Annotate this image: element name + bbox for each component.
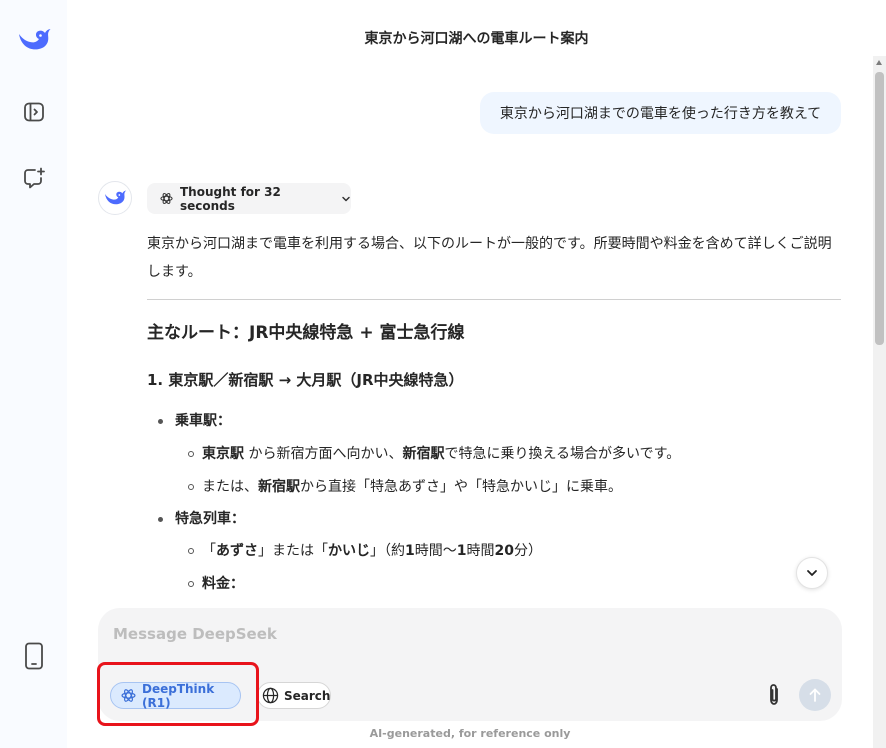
- express-label: 特急列車：: [175, 511, 245, 527]
- ai-disclaimer: AI-generated, for reference only: [369, 727, 571, 740]
- duration-value: 1: [405, 543, 415, 559]
- text-segment: 分）: [513, 543, 542, 559]
- thought-label: Thought for 32 seconds: [180, 184, 281, 213]
- page-title: 東京から河口湖への電車ルート案内: [364, 31, 589, 47]
- arrow-up-icon: [809, 688, 821, 702]
- list-item-boarding: 乗車駅：: [175, 410, 231, 432]
- sub-list-bullet: [188, 581, 194, 587]
- route-heading: 主なルート：JR中央線特急 + 富士急行線: [147, 323, 465, 343]
- sub-list-item: 料金：: [202, 573, 244, 595]
- duration-value: 20: [494, 543, 514, 559]
- sub-list-item: 「あずさ」または「かいじ」（約1時間〜1時間20分）: [202, 540, 542, 562]
- scroll-up-arrow-icon[interactable]: [876, 60, 882, 65]
- user-message-bubble: 東京から河口湖までの電車を使った行き方を教えて: [480, 92, 841, 134]
- attach-file-button[interactable]: [762, 681, 786, 709]
- text-segment: で特急に乗り換える場合が多いです。: [444, 446, 681, 462]
- globe-icon: [262, 687, 279, 704]
- text-segment: 時間〜: [414, 543, 457, 559]
- train-kaiji: かいじ: [328, 543, 370, 559]
- chevron-down-icon: [341, 194, 351, 204]
- text-segment: または、: [202, 479, 258, 495]
- user-message-text: 東京から河口湖までの電車を使った行き方を教えて: [499, 106, 822, 122]
- assistant-avatar: [98, 181, 132, 215]
- answer-intro: 東京から河口湖まで電車を利用する場合、以下のルートが一般的です。所要時間や料金を…: [147, 236, 832, 280]
- sub-list-item: または、新宿駅から直接「特急あずさ」や「特急かいじ」に乗車。: [202, 476, 622, 498]
- atom-icon: [160, 192, 173, 205]
- duration-value: 1: [456, 543, 467, 559]
- paperclip-icon: [770, 684, 778, 705]
- thought-toggle-button[interactable]: Thought for 32 seconds: [147, 183, 351, 214]
- assistant-answer: 東京から河口湖まで電車を利用する場合、以下のルートが一般的です。所要時間や料金を…: [147, 230, 841, 600]
- sidebar: [0, 0, 67, 748]
- divider: [147, 299, 841, 300]
- highlight-annotation: [97, 662, 259, 726]
- list-item-express: 特急列車：: [175, 508, 245, 530]
- list-bullet: [158, 517, 163, 522]
- text-segment: 」または「: [258, 543, 328, 559]
- text-segment: 時間: [466, 543, 495, 559]
- fare-label: 料金：: [202, 576, 244, 592]
- sub-list-item: 東京駅 から新宿方面へ向かい、新宿駅で特急に乗り換える場合が多いです。: [202, 443, 680, 465]
- top-bar: 東京から河口湖への電車ルート案内: [67, 0, 886, 76]
- list-bullet: [158, 419, 163, 424]
- send-button[interactable]: [799, 679, 831, 711]
- sub-list-bullet: [188, 548, 194, 554]
- message-input[interactable]: Message DeepSeek: [113, 625, 277, 643]
- scroll-to-bottom-button[interactable]: [796, 557, 828, 589]
- new-chat-icon[interactable]: [14, 158, 54, 198]
- sub-list-bullet: [188, 484, 194, 490]
- deepseek-whale-icon: [105, 190, 127, 205]
- step1-heading: 1. 東京駅／新宿駅 → 大月駅（JR中央線特急）: [147, 371, 464, 389]
- deepseek-whale-icon[interactable]: [14, 20, 54, 60]
- mobile-phone-icon[interactable]: [14, 636, 54, 676]
- boarding-label: 乗車駅：: [175, 413, 231, 429]
- text-segment: から直接「特急あずさ」や「特急かいじ」に乗車。: [300, 479, 622, 495]
- station-shinjuku: 新宿駅: [402, 446, 445, 462]
- sub-list-bullet: [188, 451, 194, 457]
- chevron-down-icon: [807, 570, 817, 576]
- text-segment: から新宿方面へ向かい、: [244, 446, 403, 462]
- station-shinjuku: 新宿駅: [258, 479, 300, 495]
- search-label: Search: [284, 688, 331, 703]
- scrollbar[interactable]: [873, 56, 886, 748]
- station-tokyo: 東京駅: [202, 446, 244, 462]
- scrollbar-thumb[interactable]: [875, 72, 884, 345]
- train-azusa: あずさ: [216, 543, 258, 559]
- sidebar-toggle-icon[interactable]: [14, 92, 54, 132]
- text-segment: 」（約: [370, 543, 405, 559]
- search-toggle-button[interactable]: Search: [257, 682, 331, 709]
- text-segment: 「: [202, 543, 216, 559]
